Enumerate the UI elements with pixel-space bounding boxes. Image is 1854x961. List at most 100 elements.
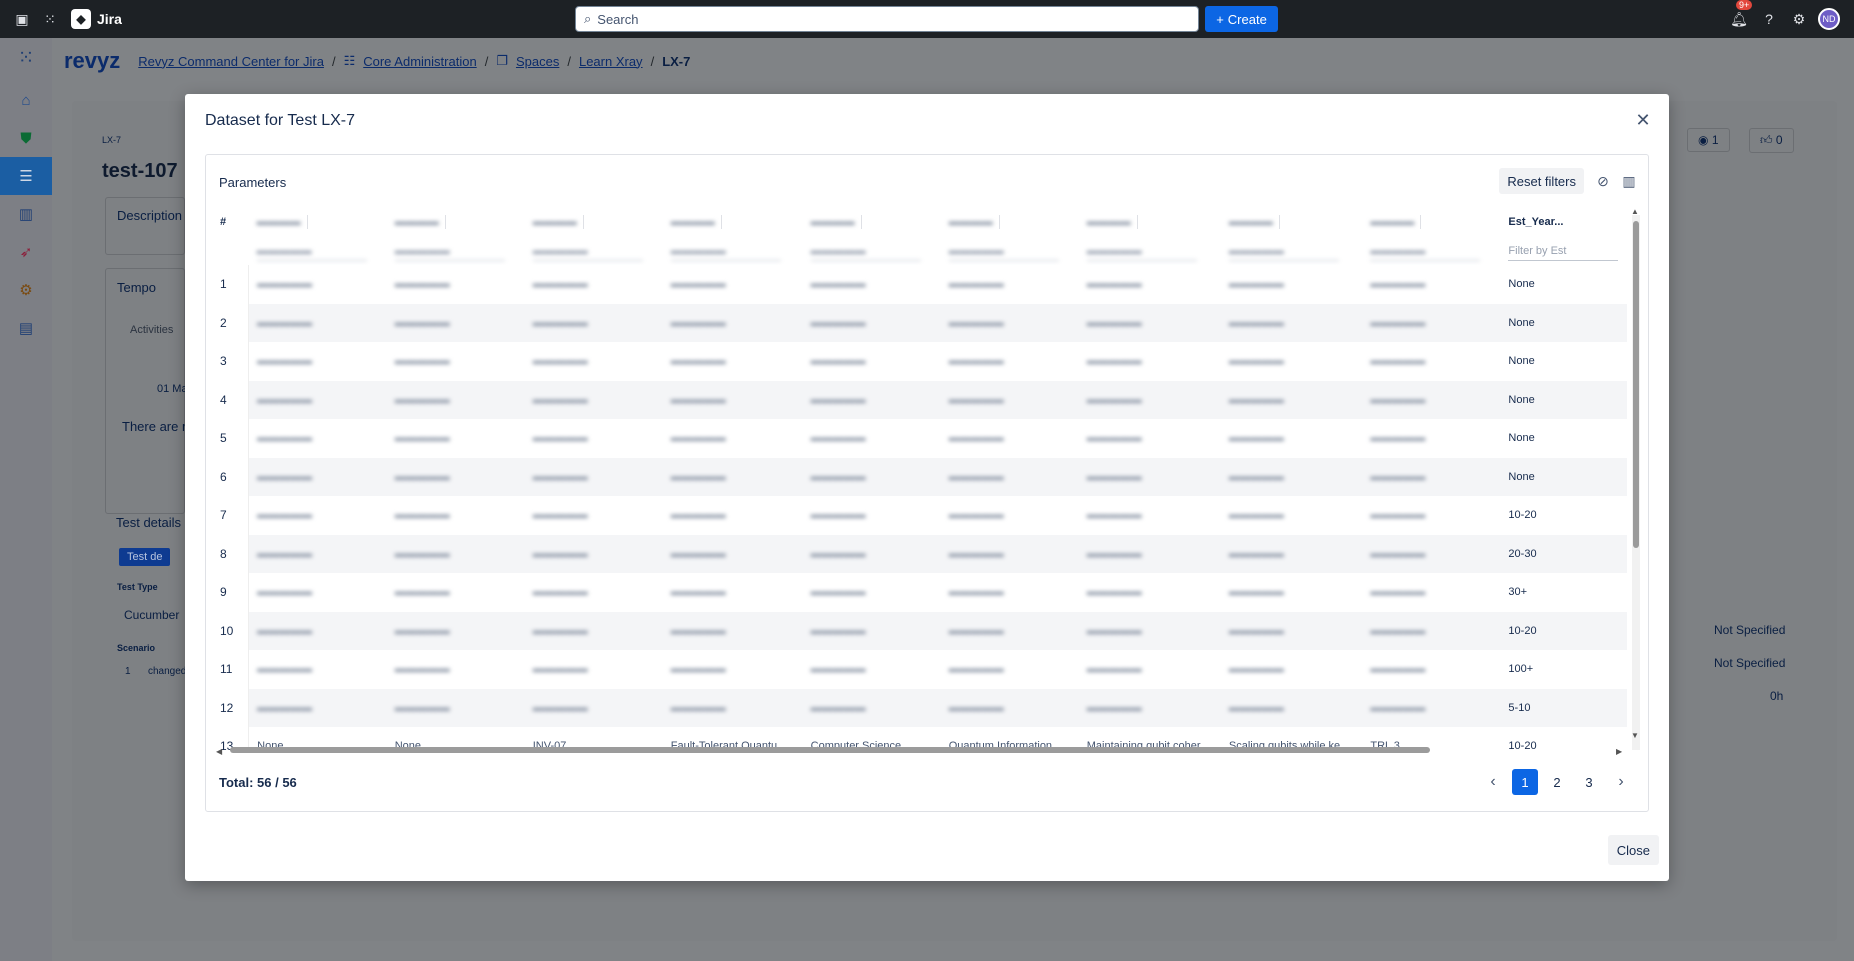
column-header[interactable]: ▬▬▬▬ — [941, 207, 1079, 237]
table-row[interactable]: 1 ▬▬▬▬▬ ▬▬▬▬▬ ▬▬▬▬▬ ▬▬▬▬▬ ▬▬▬▬▬ ▬▬▬▬▬ ▬▬▬▬▬ ▬▬▬▬… — [212, 265, 1627, 304]
sidebar-toggle-icon[interactable]: ▣ — [11, 8, 33, 30]
scroll-right-arrow[interactable]: ▶ — [1616, 747, 1622, 756]
prev-page-icon[interactable]: ‹ — [1480, 769, 1506, 795]
redacted-text: ▬▬▬▬▬ — [810, 701, 866, 714]
search-input[interactable]: ⌕ Search — [575, 6, 1199, 32]
column-filter-input[interactable]: ▬▬▬▬▬ — [1370, 241, 1481, 261]
activities-tab[interactable]: Activities — [130, 324, 173, 336]
settings-icon[interactable]: ⚙ — [1788, 8, 1810, 30]
clear-filter-icon[interactable]: ⊘ — [1592, 170, 1614, 192]
column-filter-input[interactable]: Filter by Est — [1508, 241, 1619, 261]
likes-button[interactable]: 👍︎ 0 — [1749, 128, 1794, 153]
column-header[interactable]: ▬▬▬▬ — [1362, 207, 1500, 237]
column-filter-input[interactable]: ▬▬▬▬▬ — [1086, 241, 1197, 261]
column-header[interactable]: ▬▬▬▬ — [663, 207, 803, 237]
table-row[interactable]: 3 ▬▬▬▬▬ ▬▬▬▬▬ ▬▬▬▬▬ ▬▬▬▬▬ ▬▬▬▬▬ ▬▬▬▬▬ ▬▬▬▬▬ ▬▬▬▬… — [212, 342, 1627, 381]
page-button[interactable]: 1 — [1512, 769, 1538, 795]
jira-logo[interactable]: ◆ Jira — [71, 9, 122, 29]
close-icon[interactable]: ✕ — [1631, 108, 1655, 132]
table-row[interactable]: 5 ▬▬▬▬▬ ▬▬▬▬▬ ▬▬▬▬▬ ▬▬▬▬▬ ▬▬▬▬▬ ▬▬▬▬▬ ▬▬▬▬▬ ▬▬▬▬… — [212, 419, 1627, 458]
column-resizer[interactable] — [1136, 215, 1138, 229]
table-row[interactable]: 10 ▬▬▬▬▬ ▬▬▬▬▬ ▬▬▬▬▬ ▬▬▬▬▬ ▬▬▬▬▬ ▬▬▬▬▬ ▬▬▬▬▬ ▬▬▬… — [212, 611, 1627, 650]
scenario-line-number: 1 — [125, 666, 131, 677]
settings-sliders-icon[interactable]: ☰ — [0, 157, 52, 195]
column-filter-input[interactable]: ▬▬▬▬▬ — [810, 241, 921, 261]
help-icon[interactable]: ? — [1758, 8, 1780, 30]
table-row[interactable]: 9 ▬▬▬▬▬ ▬▬▬▬▬ ▬▬▬▬▬ ▬▬▬▬▬ ▬▬▬▬▬ ▬▬▬▬▬ ▬▬▬▬▬ ▬▬▬▬… — [212, 573, 1627, 612]
column-resizer[interactable] — [306, 215, 308, 229]
table-row[interactable]: 11 ▬▬▬▬▬ ▬▬▬▬▬ ▬▬▬▬▬ ▬▬▬▬▬ ▬▬▬▬▬ ▬▬▬▬▬ ▬▬▬▬▬ ▬▬▬… — [212, 650, 1627, 689]
scroll-up-arrow[interactable]: ▲ — [1631, 207, 1639, 216]
page-button[interactable]: 3 — [1576, 769, 1602, 795]
rocket-icon[interactable]: ➶ — [0, 233, 52, 271]
breadcrumb-item[interactable]: Revyz Command Center for Jira — [138, 54, 324, 69]
breadcrumb-current: LX-7 — [662, 53, 691, 69]
breadcrumb-item[interactable]: Core Administration — [363, 54, 476, 69]
page-button[interactable]: 2 — [1544, 769, 1570, 795]
redacted-text: ▬▬▬▬▬ — [810, 393, 866, 406]
column-header[interactable]: ▬▬▬▬ — [803, 207, 941, 237]
reset-filters-button[interactable]: Reset filters — [1499, 168, 1584, 194]
table-cell: ▬▬▬▬▬ — [1362, 265, 1500, 304]
notifications-icon[interactable]: 🔔︎ 9+ — [1728, 0, 1753, 30]
breadcrumb-item[interactable]: Learn Xray — [579, 54, 643, 69]
create-button[interactable]: + Create — [1205, 6, 1278, 32]
columns-icon[interactable]: ▥ — [1618, 170, 1640, 192]
home-icon[interactable]: ⌂ — [0, 81, 52, 119]
close-button[interactable]: Close — [1607, 835, 1659, 865]
column-resizer[interactable] — [720, 215, 722, 229]
table-cell: ▬▬▬▬▬ — [803, 342, 941, 381]
column-header[interactable]: ▬▬▬▬ — [387, 207, 525, 237]
column-filter-input[interactable]: ▬▬▬▬▬ — [532, 241, 643, 261]
redacted-text: ▬▬▬▬▬ — [532, 432, 588, 445]
column-resizer[interactable] — [1278, 215, 1280, 229]
column-filter-input[interactable]: ▬▬▬▬▬ — [948, 241, 1059, 261]
grid-menu-icon[interactable]: ⁙ — [0, 38, 52, 76]
table-row[interactable]: 6 ▬▬▬▬▬ ▬▬▬▬▬ ▬▬▬▬▬ ▬▬▬▬▬ ▬▬▬▬▬ ▬▬▬▬▬ ▬▬▬▬▬ ▬▬▬▬… — [212, 457, 1627, 496]
column-resizer[interactable] — [860, 215, 862, 229]
app-switcher-icon[interactable]: ⁙ — [39, 8, 61, 30]
test-details-tab[interactable]: Test de — [119, 548, 171, 566]
column-header[interactable]: ▬▬▬▬ — [525, 207, 663, 237]
table-row[interactable]: 12 ▬▬▬▬▬ ▬▬▬▬▬ ▬▬▬▬▬ ▬▬▬▬▬ ▬▬▬▬▬ ▬▬▬▬▬ ▬▬▬▬▬ ▬▬▬… — [212, 688, 1627, 727]
vertical-scroll-thumb[interactable] — [1633, 221, 1639, 548]
table-icon[interactable]: ▤ — [0, 309, 52, 347]
column-resizer[interactable] — [998, 215, 1000, 229]
horizontal-scroll-thumb[interactable] — [230, 747, 1430, 753]
column-header[interactable]: Est_Year... — [1500, 207, 1626, 237]
watchers-button[interactable]: ◉ 1 — [1687, 128, 1730, 152]
test-type-value[interactable]: Cucumber — [124, 608, 179, 622]
scroll-left-arrow[interactable]: ◀ — [216, 747, 222, 756]
revyz-logo[interactable]: revyz — [64, 48, 120, 74]
breadcrumb-item[interactable]: Spaces — [516, 54, 559, 69]
chart-icon[interactable]: ▥ — [0, 195, 52, 233]
avatar[interactable]: ND — [1818, 8, 1840, 30]
shield-icon[interactable]: ⛊ — [0, 119, 52, 157]
column-resizer[interactable] — [1420, 215, 1422, 229]
app-name: Jira — [97, 11, 122, 27]
table-row[interactable]: 7 ▬▬▬▬▬ ▬▬▬▬▬ ▬▬▬▬▬ ▬▬▬▬▬ ▬▬▬▬▬ ▬▬▬▬▬ ▬▬▬▬▬ ▬▬▬▬… — [212, 496, 1627, 535]
gear-icon[interactable]: ⚙ — [0, 271, 52, 309]
next-page-icon[interactable]: › — [1608, 769, 1634, 795]
column-filter-input[interactable]: ▬▬▬▬▬ — [1228, 241, 1339, 261]
table-cell: ▬▬▬▬▬ — [1079, 650, 1221, 689]
redacted-text: ▬▬▬▬▬ — [532, 547, 588, 560]
column-filter-input[interactable]: ▬▬▬▬▬ — [256, 241, 367, 261]
table-cell: None — [1500, 457, 1627, 496]
table-row[interactable]: 2 ▬▬▬▬▬ ▬▬▬▬▬ ▬▬▬▬▬ ▬▬▬▬▬ ▬▬▬▬▬ ▬▬▬▬▬ ▬▬▬▬▬ ▬▬▬▬… — [212, 303, 1627, 342]
column-header[interactable]: ▬▬▬▬ — [1221, 207, 1363, 237]
column-filter-input[interactable]: ▬▬▬▬▬ — [394, 241, 505, 261]
column-resizer[interactable] — [582, 215, 584, 229]
column-header[interactable]: ▬▬▬▬ — [1079, 207, 1221, 237]
column-header[interactable]: ▬▬▬▬ — [249, 207, 387, 237]
table-row[interactable]: 8 ▬▬▬▬▬ ▬▬▬▬▬ ▬▬▬▬▬ ▬▬▬▬▬ ▬▬▬▬▬ ▬▬▬▬▬ ▬▬▬▬▬ ▬▬▬▬… — [212, 534, 1627, 573]
redacted-text: ▬▬▬▬▬ — [1370, 586, 1426, 599]
column-resizer[interactable] — [444, 215, 446, 229]
vertical-scrollbar[interactable] — [1632, 215, 1640, 750]
table-row[interactable]: 4 ▬▬▬▬▬ ▬▬▬▬▬ ▬▬▬▬▬ ▬▬▬▬▬ ▬▬▬▬▬ ▬▬▬▬▬ ▬▬▬▬▬ ▬▬▬▬… — [212, 380, 1627, 419]
row-number: 11 — [212, 650, 250, 689]
horizontal-scrollbar[interactable] — [216, 745, 1626, 755]
column-filter-input[interactable]: ▬▬▬▬▬ — [670, 241, 781, 261]
redacted-text: ▬▬▬▬▬ — [1370, 624, 1426, 637]
scroll-down-arrow[interactable]: ▼ — [1631, 731, 1639, 740]
